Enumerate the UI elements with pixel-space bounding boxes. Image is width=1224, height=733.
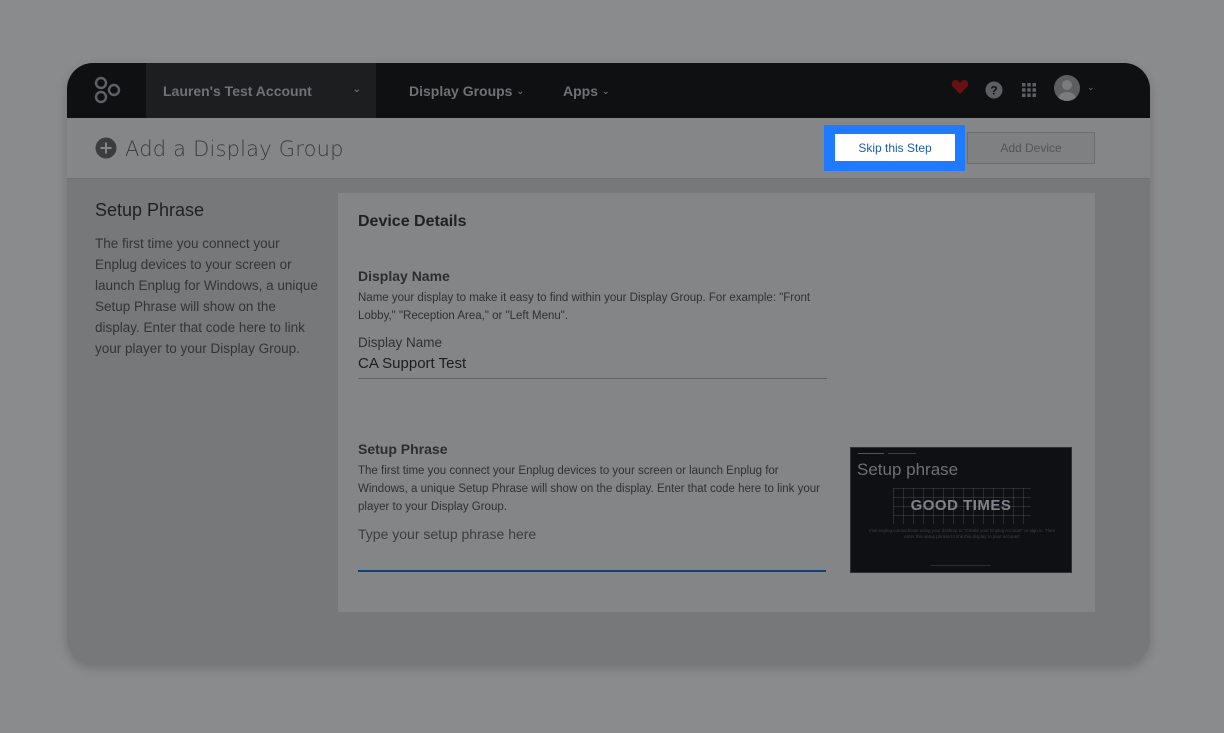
apps-grid-icon[interactable]	[1019, 80, 1039, 100]
card-title: Device Details	[358, 213, 467, 230]
heart-icon[interactable]	[950, 77, 970, 97]
page-header: Add a Display Group Skip this Step Add D…	[67, 118, 1150, 179]
preview-phrase: GOOD TIMES	[910, 497, 1012, 514]
user-icon	[1058, 80, 1076, 101]
sidebar-description: The first time you connect your Enplug d…	[95, 236, 318, 356]
user-avatar[interactable]	[1054, 75, 1080, 101]
nav-apps-label: Apps	[563, 82, 598, 99]
display-name-caption: Display Name	[358, 335, 443, 350]
app-window: Lauren's Test Account ⌄ Display Groups ⌄…	[67, 63, 1150, 664]
chevron-down-icon: ⌄	[516, 86, 525, 96]
display-name-description: Name your display to make it easy to fin…	[358, 292, 811, 322]
add-circle-icon	[95, 137, 117, 159]
setup-phrase-preview-image: Setup phrase GOOD TIMES Visit enplug.com…	[850, 447, 1072, 573]
enplug-logo-icon[interactable]	[93, 76, 121, 104]
setup-phrase-input[interactable]: Type your setup phrase here	[358, 526, 536, 542]
setup-phrase-underline	[358, 570, 826, 572]
add-device-button[interactable]: Add Device	[967, 132, 1095, 164]
nav-apps[interactable]: Apps ⌄	[563, 63, 610, 118]
account-switcher[interactable]: Lauren's Test Account ⌄	[146, 63, 376, 118]
chevron-down-icon: ⌄	[602, 86, 610, 96]
device-details-card: Device Details Display Name Name your di…	[338, 193, 1095, 612]
setup-phrase-description: The first time you connect your Enplug d…	[358, 465, 820, 513]
chevron-down-icon: ⌄	[352, 84, 361, 95]
svg-text:?: ?	[990, 84, 997, 98]
setup-phrase-heading: Setup Phrase	[358, 441, 448, 457]
display-name-input[interactable]: CA Support Test	[358, 355, 466, 372]
preview-title: Setup phrase	[857, 460, 959, 479]
preview-footer-line	[931, 565, 991, 566]
help-icon[interactable]: ?	[984, 80, 1004, 100]
sidebar-title: Setup Phrase	[95, 200, 205, 220]
nav-display-groups[interactable]: Display Groups ⌄	[409, 63, 524, 118]
account-name: Lauren's Test Account	[163, 82, 312, 99]
nav-display-groups-label: Display Groups	[409, 82, 513, 99]
chevron-down-icon[interactable]: ⌄	[1087, 82, 1095, 93]
preview-fine-print: Visit enplug.com/activate using your des…	[868, 528, 1056, 539]
top-navigation-bar: Lauren's Test Account ⌄ Display Groups ⌄…	[67, 63, 1150, 118]
display-name-heading: Display Name	[358, 268, 450, 284]
skip-step-button[interactable]: Skip this Step	[835, 134, 955, 161]
display-name-underline	[358, 378, 827, 379]
page-title: Add a Display Group	[125, 137, 344, 161]
